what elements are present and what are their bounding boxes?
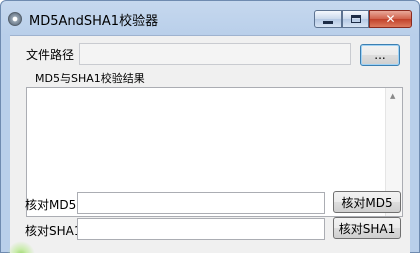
result-group-label: MD5与SHA1校验结果 [35,72,145,85]
close-button[interactable]: ✕ [369,10,412,28]
browse-button[interactable]: ... [360,44,400,66]
maximize-icon [350,15,361,23]
title-bar[interactable]: MD5AndSHA1校验器 ✕ [1,1,419,35]
md5-label: 核对MD5 [25,198,77,212]
scroll-up-icon[interactable]: ▲ [390,92,395,100]
md5-input[interactable] [77,192,325,214]
minimize-button[interactable] [314,10,342,28]
app-window: MD5AndSHA1校验器 ✕ 文件路径 ... MD5与SHA1校验结果 ▲ … [0,0,420,253]
close-icon: ✕ [385,12,396,26]
sha1-input[interactable] [77,218,325,240]
check-md5-button[interactable]: 核对MD5 [333,191,401,213]
desktop-icon-fragment [1,241,41,253]
minimize-icon [323,20,333,24]
gear-icon [8,12,22,26]
sha1-label: 核对SHA1 [25,224,82,238]
file-path-input[interactable] [79,43,351,65]
check-sha1-button[interactable]: 核对SHA1 [333,217,401,239]
file-path-label: 文件路径 [26,48,75,62]
client-area: 文件路径 ... MD5与SHA1校验结果 ▲ ▼ 核对MD5 核对MD5 核对… [10,35,410,253]
maximize-button[interactable] [342,10,369,28]
window-title: MD5AndSHA1校验器 [29,14,159,29]
